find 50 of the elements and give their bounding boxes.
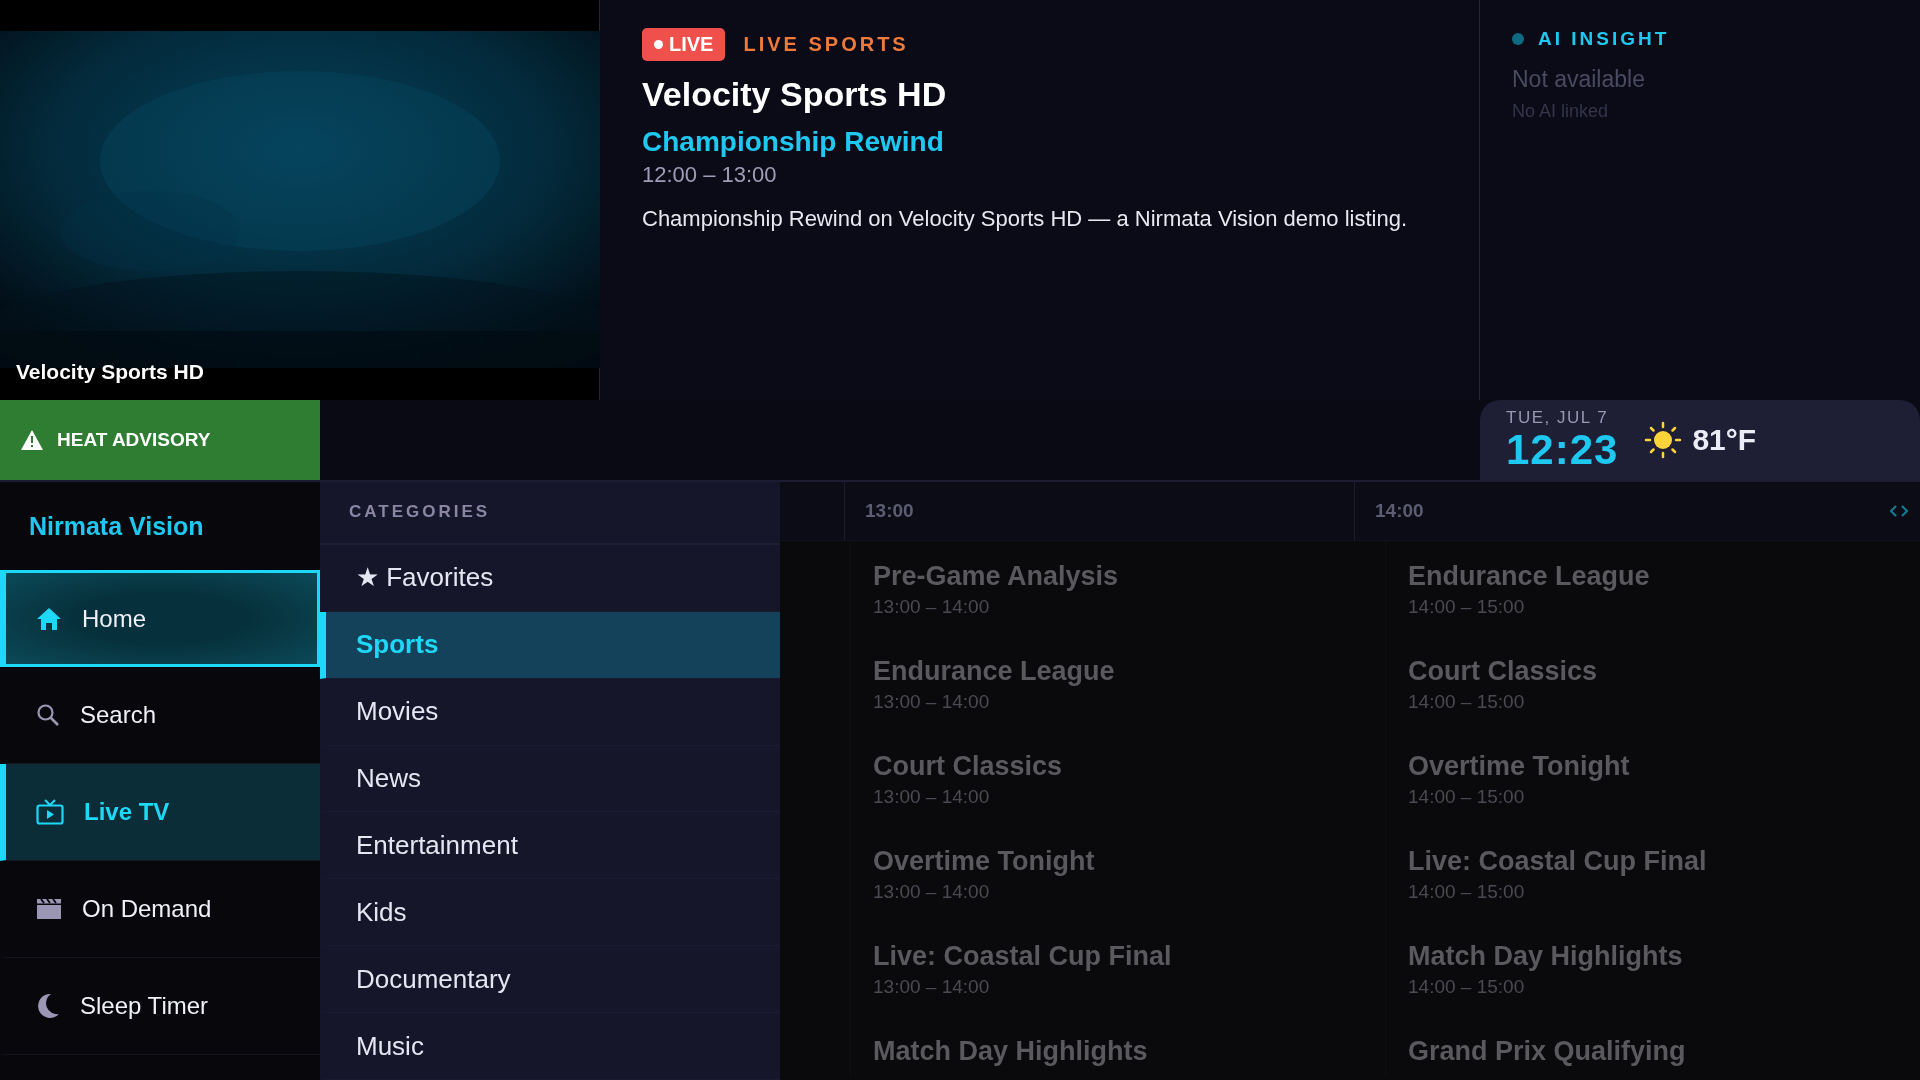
program-time: 12:00 – 13:00	[642, 162, 777, 188]
ai-status: Not available	[1512, 66, 1645, 93]
program-name: Court Classics	[1408, 656, 1599, 687]
date-label: TUE, JUL 7	[1506, 408, 1610, 428]
program-time: 13:00 – 14:00	[873, 881, 991, 903]
program-title: Championship Rewind	[642, 126, 944, 158]
alert-text: HEAT ADVISORY	[57, 429, 211, 451]
category-item[interactable]: Sports	[320, 611, 780, 679]
program-name: Live: Coastal Cup Final	[1408, 846, 1708, 877]
program-time: 13:00 – 14:00	[873, 786, 991, 808]
program-name: Endurance League	[873, 656, 1116, 687]
home-icon	[36, 606, 62, 631]
genre-label: LIVE SPORTS	[743, 33, 909, 56]
program-name: Endurance League	[1408, 561, 1651, 592]
chevrons-icon[interactable]	[1890, 505, 1908, 517]
program-name: Match Day Highlights	[1408, 941, 1684, 972]
program-name: Match Day Highlights	[873, 1036, 1149, 1067]
channel-caption: Velocity Sports HD	[16, 360, 204, 384]
program-time: 14:00 – 15:00	[1408, 786, 1526, 808]
program-time: 14:00 – 15:00	[1408, 976, 1526, 998]
program-time: 14:00 – 15:00	[1408, 691, 1526, 713]
search-icon	[36, 703, 60, 727]
program-time: 13:00 – 14:00	[873, 596, 991, 618]
status-dot-icon	[1512, 33, 1524, 45]
channel-title: Velocity Sports HD	[642, 75, 947, 114]
clock-time: 12:23	[1506, 428, 1619, 472]
brand-logo: Nirmata Vision	[29, 511, 204, 541]
program-time: 14:00 – 15:00	[1408, 596, 1526, 618]
program-name: Overtime Tonight	[873, 846, 1096, 877]
tv-icon	[36, 799, 64, 825]
time-slot-label: 14:00	[1375, 500, 1424, 522]
nav-item[interactable]: Home	[0, 570, 320, 667]
live-badge: LIVE	[642, 28, 726, 61]
program-name: Pre-Game Analysis	[873, 561, 1120, 592]
program-name: Live: Coastal Cup Final	[873, 941, 1173, 972]
program-time: 13:00 – 14:00	[873, 976, 991, 998]
nav-item[interactable]: Live TV	[0, 764, 320, 861]
moon-icon	[36, 993, 60, 1019]
clapperboard-icon	[36, 898, 62, 920]
program-name: Court Classics	[873, 751, 1064, 782]
ai-insight-title: AI INSIGHT	[1538, 28, 1670, 50]
program-description: Championship Rewind on Velocity Sports HD — a Nirmata Vision demo listing.	[642, 205, 1408, 233]
time-slot-label: 13:00	[865, 500, 914, 522]
warning-icon	[21, 430, 43, 450]
sun-icon	[1644, 421, 1683, 459]
program-name: Grand Prix Qualifying	[1408, 1036, 1687, 1067]
program-name: Overtime Tonight	[1408, 751, 1631, 782]
program-time: 14:00 – 15:00	[1408, 881, 1526, 903]
temperature: 81°F	[1692, 423, 1757, 457]
program-time: 13:00 – 14:00	[873, 691, 991, 713]
